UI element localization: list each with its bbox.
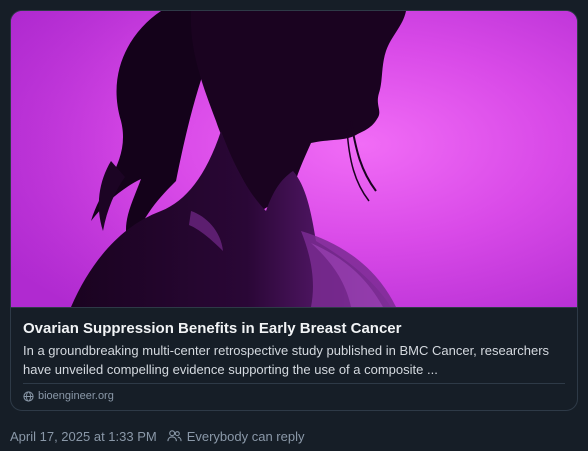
globe-icon (23, 390, 34, 402)
reply-settings[interactable]: Everybody can reply (167, 428, 305, 444)
link-title[interactable]: Ovarian Suppression Benefits in Early Br… (23, 319, 563, 338)
link-description: In a groundbreaking multi-center retrosp… (23, 343, 550, 377)
post-timestamp[interactable]: April 17, 2025 at 1:33 PM (10, 429, 157, 444)
link-preview-card[interactable]: Ovarian Suppression Benefits in Early Br… (10, 10, 578, 411)
reply-setting-label: Everybody can reply (186, 428, 305, 444)
link-domain-text: bioengineer.org (38, 390, 114, 402)
link-thumbnail-image[interactable] (11, 11, 577, 307)
link-card-divider (23, 383, 565, 384)
link-domain: bioengineer.org (23, 388, 114, 404)
people-icon (167, 430, 182, 442)
silhouette-illustration (11, 11, 577, 307)
link-card-body[interactable]: Ovarian Suppression Benefits in Early Br… (11, 307, 577, 410)
post-meta: April 17, 2025 at 1:33 PM Everybody can … (10, 428, 304, 444)
